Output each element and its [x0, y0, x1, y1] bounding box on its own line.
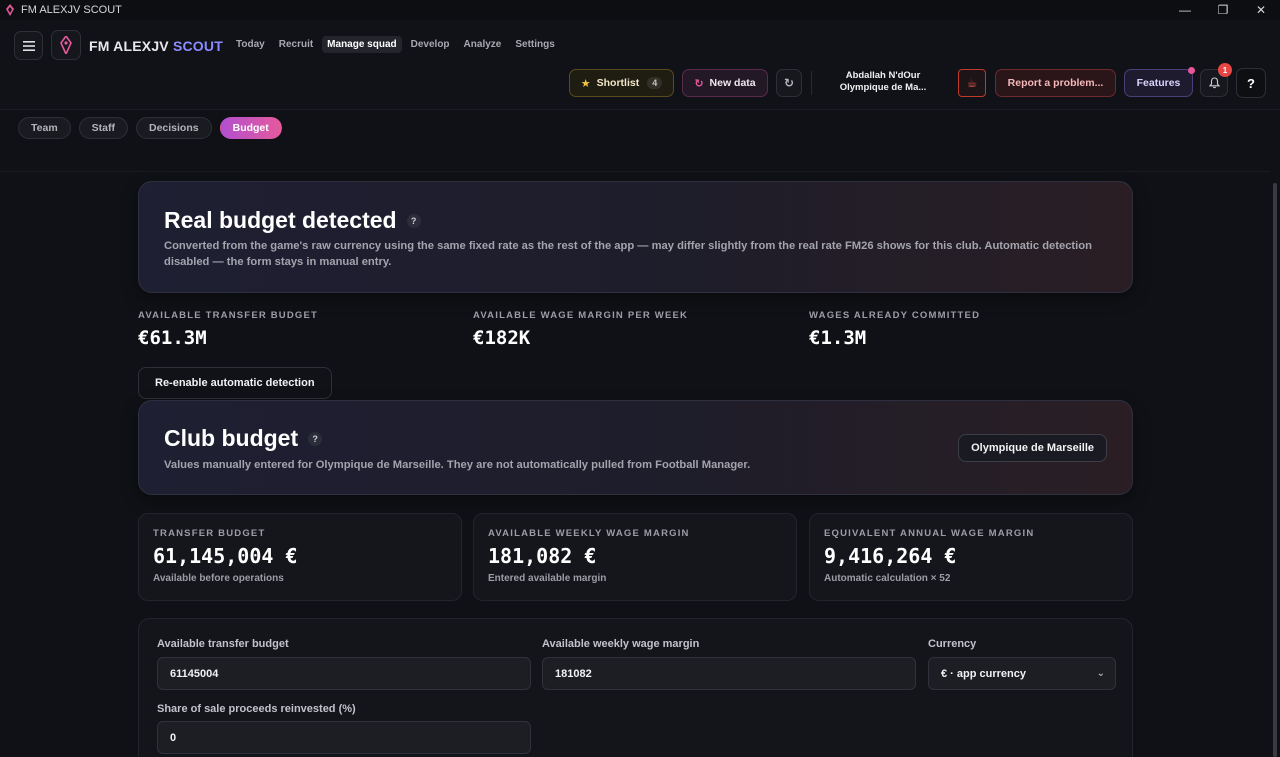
transfer-budget-label: Available transfer budget [157, 638, 289, 650]
chevron-down-icon: ⌄ [1096, 668, 1105, 679]
metric-value: 9,416,264 € [824, 544, 957, 568]
metric-value: 181,082 € [488, 544, 597, 568]
currency-label: Currency [928, 638, 977, 650]
detected-stats-row: AVAILABLE TRANSFER BUDGET €61.3M AVAILAB… [138, 310, 1133, 350]
star-icon: ★ [580, 77, 591, 90]
real-budget-card: Real budget detected ? Converted from th… [138, 181, 1133, 293]
nav-item-manage-squad[interactable]: Manage squad [322, 36, 402, 53]
club-budget-title: Club budget [164, 425, 299, 451]
refresh-icon: ↻ [783, 76, 795, 90]
diamond-logo-icon [60, 36, 72, 54]
top-actions: ★ Shortlist 4 ↻ New data ↻ Abdallah N'dO… [0, 63, 1280, 98]
page-scrollbar[interactable] [1273, 183, 1277, 757]
menu-button[interactable] [14, 31, 43, 60]
reenable-detection-button[interactable]: Re-enable automatic detection [138, 367, 332, 399]
hamburger-icon [22, 40, 35, 51]
tab-team[interactable]: Team [18, 117, 71, 139]
features-button[interactable]: Features [1124, 67, 1195, 97]
stat-label: AVAILABLE WAGE MARGIN PER WEEK [473, 310, 689, 321]
app-logo-icon [6, 4, 14, 16]
help-icon[interactable]: ? [308, 431, 323, 446]
real-budget-title: Real budget detected [164, 207, 397, 233]
stat-wage-margin: AVAILABLE WAGE MARGIN PER WEEK €182K [473, 310, 688, 349]
coffee-icon: ☕ [966, 76, 978, 90]
stat-transfer-budget: AVAILABLE TRANSFER BUDGET €61.3M [138, 310, 318, 349]
minimize-icon[interactable]: — [1166, 0, 1204, 20]
real-budget-title-row: Real budget detected ? [164, 207, 421, 234]
stat-value: €61.3M [138, 327, 207, 349]
metric-label: AVAILABLE WEEKLY WAGE MARGIN [488, 528, 690, 539]
stat-wages-committed: WAGES ALREADY COMMITTED €1.3M [809, 310, 980, 349]
metric-annual-wage-margin: EQUIVALENT ANNUAL WAGE MARGIN 9,416,264 … [809, 513, 1133, 601]
budget-form: Available transfer budget 61145004 Avail… [138, 618, 1133, 757]
help-button[interactable]: ? [1236, 68, 1266, 98]
tab-staff[interactable]: Staff [78, 117, 128, 139]
reinvest-share-label: Share of sale proceeds reinvested (%) [157, 703, 356, 715]
stat-label: WAGES ALREADY COMMITTED [809, 310, 981, 321]
metric-subtext: Entered available margin [488, 573, 607, 584]
nav-item-settings[interactable]: Settings [510, 36, 559, 53]
brand-name: FM ALEXJV [89, 38, 169, 54]
metric-subtext: Available before operations [153, 573, 284, 584]
help-icon[interactable]: ? [406, 213, 421, 228]
window-titlebar: FM ALEXJV SCOUT — ❐ ✕ [0, 0, 1280, 20]
transfer-budget-input[interactable]: 61145004 [157, 657, 531, 690]
club-budget-card: Club budget ? Values manually entered fo… [138, 400, 1133, 495]
nav-item-analyze[interactable]: Analyze [459, 36, 507, 53]
app-header: FM ALEXJV SCOUT Today Recruit Manage squ… [0, 20, 1280, 110]
currency-value: € · app currency [941, 667, 1026, 680]
features-new-dot [1188, 67, 1195, 74]
report-problem-button[interactable]: Report a problem... [995, 69, 1116, 97]
notifications-button[interactable]: 1 [1200, 63, 1232, 97]
close-icon[interactable]: ✕ [1242, 0, 1280, 20]
club-budget-description: Values manually entered for Olympique de… [164, 459, 751, 471]
weekly-wage-input[interactable]: 181082 [542, 657, 916, 690]
notifications-count-badge: 1 [1218, 63, 1232, 77]
reinvest-share-input[interactable]: 0 [157, 721, 531, 754]
main-nav: Today Recruit Manage squad Develop Analy… [231, 36, 560, 53]
metric-label: EQUIVALENT ANNUAL WAGE MARGIN [824, 528, 1035, 539]
nav-item-develop[interactable]: Develop [406, 36, 455, 53]
player-name: Abdallah N'dOur [845, 70, 921, 81]
nav-item-recruit[interactable]: Recruit [274, 36, 318, 53]
nav-item-today[interactable]: Today [231, 36, 270, 53]
metric-transfer-budget: TRANSFER BUDGET 61,145,004 € Available b… [138, 513, 462, 601]
stat-value: €1.3M [809, 327, 867, 349]
metric-weekly-wage-margin: AVAILABLE WEEKLY WAGE MARGIN 181,082 € E… [473, 513, 797, 601]
weekly-wage-label: Available weekly wage margin [542, 638, 700, 650]
stat-label: AVAILABLE TRANSFER BUDGET [138, 310, 319, 321]
window-controls: — ❐ ✕ [1166, 0, 1280, 20]
content-divider [0, 171, 1270, 172]
coffee-button[interactable]: ☕ [958, 69, 986, 97]
club-select-button[interactable]: Olympique de Marseille [958, 434, 1107, 462]
player-club: Olympique de Ma... [839, 82, 927, 93]
tab-decisions[interactable]: Decisions [136, 117, 212, 139]
bell-icon [1208, 77, 1220, 89]
features-label: Features [1136, 77, 1181, 89]
restore-icon[interactable]: ❐ [1204, 0, 1242, 20]
tab-budget[interactable]: Budget [219, 117, 282, 139]
shortlist-button[interactable]: ★ Shortlist 4 [569, 69, 674, 97]
current-player-info[interactable]: Abdallah N'dOur Olympique de Ma... [826, 70, 940, 94]
brand-accent: SCOUT [172, 38, 223, 54]
new-data-button[interactable]: ↻ New data [682, 69, 768, 97]
refresh-button[interactable]: ↻ [776, 69, 802, 97]
real-budget-description: Converted from the game's raw currency u… [164, 240, 1092, 268]
shortlist-count-badge: 4 [647, 77, 663, 89]
metric-label: TRANSFER BUDGET [153, 528, 266, 539]
reload-icon: ↻ [694, 77, 704, 90]
shortlist-label: Shortlist [596, 77, 640, 89]
stat-value: €182K [473, 327, 531, 349]
metric-subtext: Automatic calculation × 52 [824, 573, 951, 584]
club-budget-title-row: Club budget ? [164, 425, 323, 452]
currency-select[interactable]: € · app currency ⌄ [928, 657, 1116, 690]
metric-value: 61,145,004 € [153, 544, 298, 568]
squad-subtabs: Team Staff Decisions Budget [18, 117, 282, 139]
window-title: FM ALEXJV SCOUT [21, 4, 122, 16]
brand-title: FM ALEXJV SCOUT [89, 38, 223, 54]
new-data-label: New data [709, 77, 756, 89]
header-divider [811, 71, 812, 95]
app-logo[interactable] [51, 30, 81, 60]
